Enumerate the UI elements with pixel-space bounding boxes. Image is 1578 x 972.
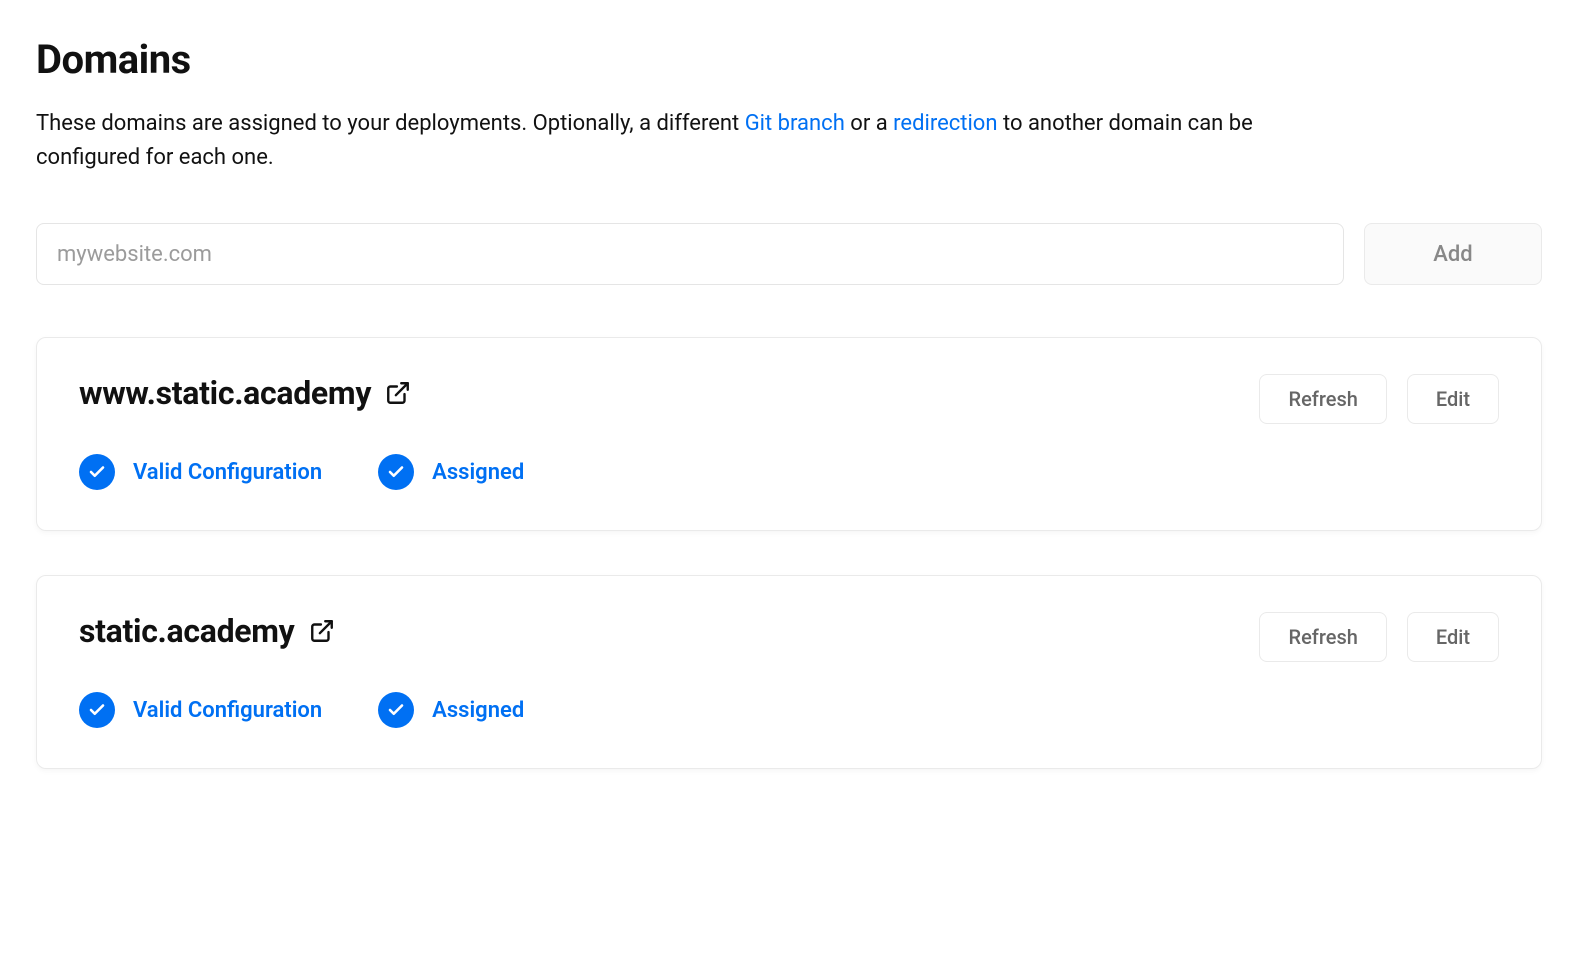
status-row: Valid Configuration Assigned — [79, 454, 1499, 490]
check-icon — [378, 692, 414, 728]
domain-name: static.academy — [79, 612, 295, 650]
add-button[interactable]: Add — [1364, 223, 1542, 285]
status-row: Valid Configuration Assigned — [79, 692, 1499, 728]
status-label: Valid Configuration — [133, 460, 322, 485]
status-valid-configuration: Valid Configuration — [79, 454, 322, 490]
domain-link[interactable]: static.academy — [79, 612, 335, 650]
description-text-2: or a — [845, 111, 893, 136]
domain-name: www.static.academy — [79, 374, 371, 412]
check-icon — [378, 454, 414, 490]
domain-card: static.academy Refresh Edit Valid Config… — [36, 575, 1542, 769]
description-text-1: These domains are assigned to your deplo… — [36, 111, 745, 136]
redirection-link[interactable]: redirection — [893, 111, 997, 136]
page-description: These domains are assigned to your deplo… — [36, 107, 1356, 175]
refresh-button[interactable]: Refresh — [1259, 374, 1386, 424]
status-label: Valid Configuration — [133, 698, 322, 723]
page-title: Domains — [36, 36, 1542, 83]
external-link-icon — [309, 618, 335, 644]
domain-link[interactable]: www.static.academy — [79, 374, 411, 412]
check-icon — [79, 692, 115, 728]
status-label: Assigned — [432, 460, 524, 485]
card-actions: Refresh Edit — [1259, 612, 1499, 662]
external-link-icon — [385, 380, 411, 406]
edit-button[interactable]: Edit — [1407, 612, 1499, 662]
check-icon — [79, 454, 115, 490]
git-branch-link[interactable]: Git branch — [745, 111, 845, 136]
card-header: static.academy Refresh Edit — [79, 612, 1499, 662]
domain-card: www.static.academy Refresh Edit Valid Co… — [36, 337, 1542, 531]
domain-input[interactable] — [36, 223, 1344, 285]
status-label: Assigned — [432, 698, 524, 723]
edit-button[interactable]: Edit — [1407, 374, 1499, 424]
card-header: www.static.academy Refresh Edit — [79, 374, 1499, 424]
status-valid-configuration: Valid Configuration — [79, 692, 322, 728]
status-assigned: Assigned — [378, 454, 524, 490]
refresh-button[interactable]: Refresh — [1259, 612, 1386, 662]
status-assigned: Assigned — [378, 692, 524, 728]
card-actions: Refresh Edit — [1259, 374, 1499, 424]
add-domain-row: Add — [36, 223, 1542, 285]
